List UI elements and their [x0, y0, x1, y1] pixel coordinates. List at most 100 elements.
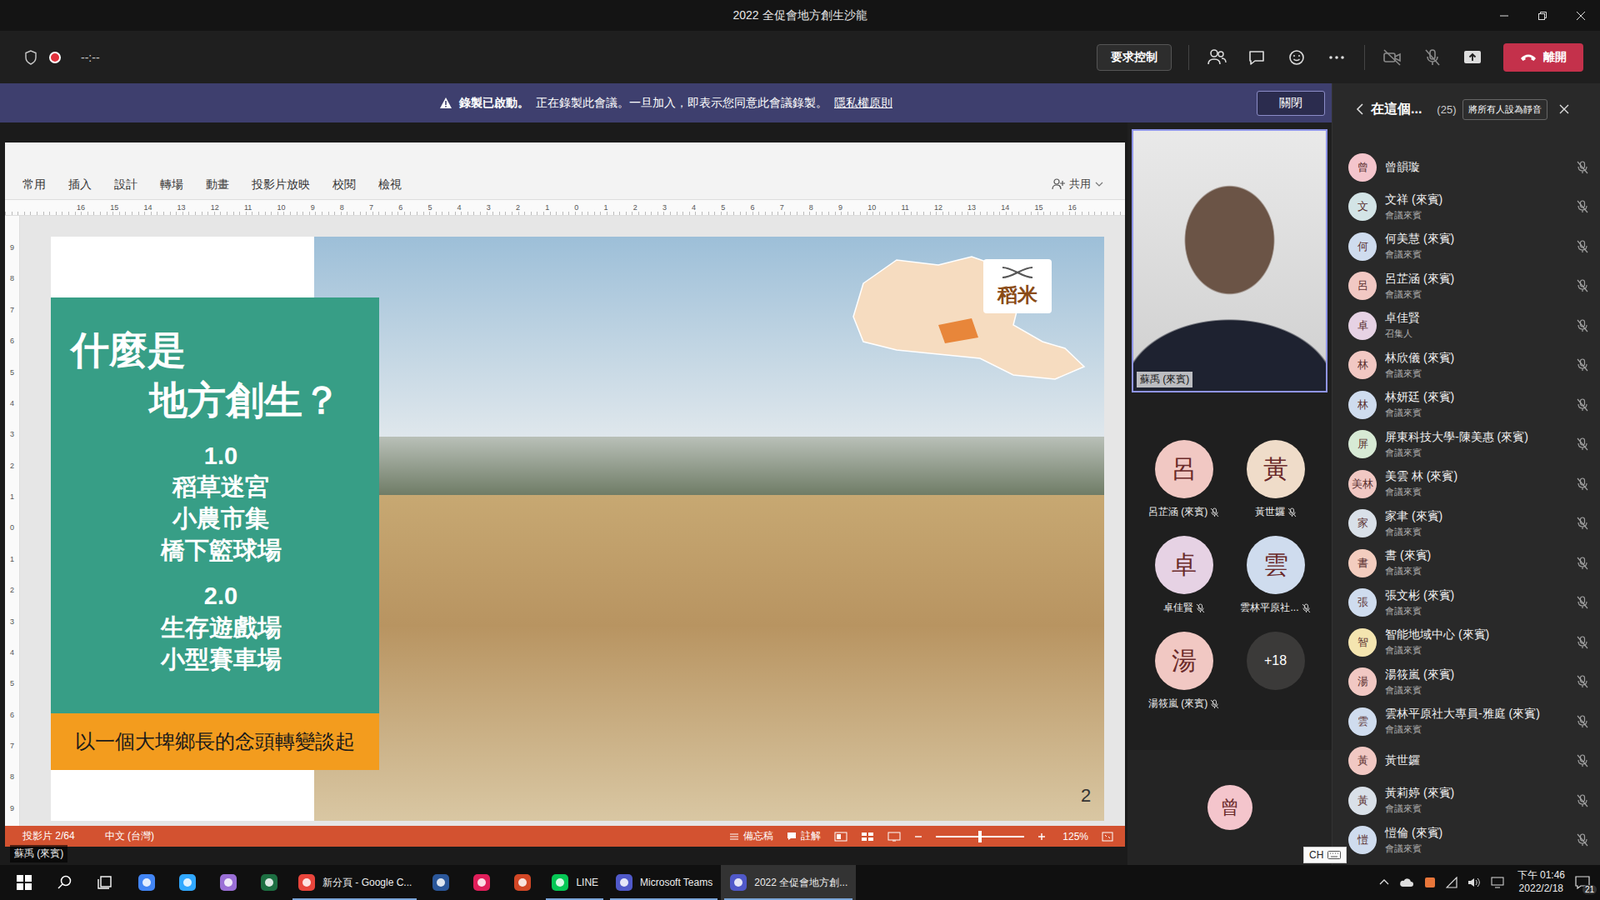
banner-close-button[interactable]: 關閉 [1256, 90, 1325, 116]
taskbar-item[interactable] [501, 865, 543, 900]
gallery-tile[interactable]: 呂呂芷涵 (來賓) [1138, 440, 1230, 520]
participant-row[interactable]: 林林欣儀 (來賓)會議來賓 [1332, 345, 1600, 386]
ribbon-tab[interactable]: 檢視 [378, 177, 402, 193]
microphone-button[interactable] [1416, 41, 1449, 74]
normal-view-icon[interactable] [834, 831, 848, 842]
zoom-thumb[interactable] [978, 830, 982, 843]
share-button[interactable] [1456, 41, 1489, 74]
participant-row[interactable]: 卓卓佳賢召集人 [1332, 305, 1600, 346]
reactions-button[interactable] [1280, 41, 1313, 74]
participant-row[interactable]: 張張文彬 (來賓)會議來賓 [1332, 583, 1600, 624]
clock[interactable]: 下午 01:462022/2/18 [1517, 869, 1565, 895]
ribbon-tab[interactable]: 校閱 [332, 177, 356, 193]
taskbar-item[interactable]: 新分頁 - Google C... [289, 865, 420, 900]
participant-row[interactable]: 黃黃世鑼 [1332, 741, 1600, 782]
privacy-link[interactable]: 隱私權原則 [834, 95, 893, 111]
mic-off-icon[interactable] [1576, 635, 1589, 650]
participants-button[interactable] [1200, 41, 1233, 74]
participant-row[interactable]: 曾曾韻璇 [1332, 147, 1600, 188]
ribbon-tab[interactable]: 設計 [114, 177, 138, 193]
chat-button[interactable] [1240, 41, 1273, 74]
mic-off-icon[interactable] [1576, 200, 1589, 214]
chevron-up-icon[interactable] [1379, 878, 1390, 887]
gallery-tile[interactable]: 卓卓佳賢 [1138, 535, 1230, 615]
sorter-view-icon[interactable] [860, 831, 875, 842]
network-icon[interactable] [1445, 876, 1458, 889]
participant-row[interactable]: 何何美慧 (來賓)會議來賓 [1332, 226, 1600, 267]
mic-off-icon[interactable] [1576, 437, 1589, 451]
mic-off-icon[interactable] [1576, 556, 1589, 570]
close-icon[interactable] [1559, 104, 1570, 115]
taskbar-item[interactable]: 2022 全促會地方創... [720, 865, 856, 900]
participant-row[interactable]: 書書 (來賓)會議來賓 [1332, 543, 1600, 584]
leave-button[interactable]: 離開 [1503, 43, 1584, 72]
fit-slide-icon[interactable] [1101, 831, 1114, 842]
taskbar-item[interactable] [420, 865, 461, 900]
back-chevron-icon[interactable] [1355, 103, 1365, 115]
mic-off-icon[interactable] [1576, 398, 1589, 412]
mute-all-button[interactable]: 將所有人設為靜音 [1462, 99, 1548, 120]
participant-row[interactable]: 愷愷倫 (來賓)會議來賓 [1332, 820, 1600, 861]
taskbar-item[interactable]: Microsoft Teams [606, 865, 721, 900]
participant-row[interactable]: 湯湯筱嵐 (來賓)會議來賓 [1332, 662, 1600, 703]
mic-off-icon[interactable] [1576, 160, 1589, 175]
gallery-tile[interactable]: 湯湯筱嵐 (來賓) [1138, 631, 1230, 711]
mic-off-icon[interactable] [1576, 833, 1589, 847]
mic-off-icon[interactable] [1576, 595, 1589, 610]
participant-row[interactable]: 美林美雲 林 (來賓)會議來賓 [1332, 464, 1600, 505]
mic-off-icon[interactable] [1576, 516, 1589, 530]
close-window-button[interactable] [1561, 0, 1600, 31]
ribbon-tab[interactable]: 轉場 [160, 177, 184, 193]
mic-off-icon[interactable] [1576, 240, 1589, 254]
camera-button[interactable] [1376, 41, 1409, 74]
gallery-tile[interactable]: 黃黃世鑼 [1230, 440, 1322, 520]
zoom-in-icon[interactable] [1037, 832, 1046, 841]
zoom-level[interactable]: 125% [1062, 830, 1089, 843]
taskbar-item[interactable] [125, 865, 167, 900]
video-tile[interactable]: 蘇禹 (來賓) [1131, 129, 1328, 393]
taskbar-item[interactable] [44, 865, 85, 900]
zoom-out-icon[interactable] [914, 832, 923, 841]
ribbon-tab[interactable]: 投影片放映 [251, 177, 310, 193]
taskbar-item[interactable] [460, 865, 502, 900]
taskbar-item[interactable]: LINE [542, 865, 607, 900]
more-button[interactable] [1320, 41, 1353, 74]
taskbar-item[interactable] [85, 865, 126, 900]
ribbon-tab[interactable]: 常用 [22, 177, 46, 193]
mic-off-icon[interactable] [1576, 675, 1589, 689]
more-participants-tile[interactable]: +18 [1230, 631, 1322, 711]
mic-off-icon[interactable] [1576, 754, 1589, 768]
participant-row[interactable]: 家家聿 (來賓)會議來賓 [1332, 504, 1600, 545]
participant-row[interactable]: 雲雲林平原社大專員-雅庭 (來賓)會議來賓 [1332, 701, 1600, 742]
restore-button[interactable] [1523, 0, 1562, 31]
volume-icon[interactable] [1467, 876, 1481, 889]
display-icon[interactable] [1490, 876, 1505, 889]
participant-row[interactable]: 林林妍廷 (來賓)會議來賓 [1332, 385, 1600, 425]
taskbar-item[interactable] [248, 865, 290, 900]
participant-row[interactable]: 屏屏東科技大學-陳美惠 (來賓)會議來賓 [1332, 425, 1600, 465]
input-method-indicator[interactable]: CH [1303, 846, 1347, 864]
gallery-tile[interactable]: 雲雲林平原社... [1230, 535, 1322, 615]
mic-off-icon[interactable] [1576, 477, 1589, 491]
mic-off-icon[interactable] [1576, 279, 1589, 293]
ribbon-tab[interactable]: 插入 [68, 177, 92, 193]
ribbon-tab[interactable]: 動畫 [205, 177, 230, 193]
zoom-slider[interactable] [935, 835, 1025, 838]
mic-off-icon[interactable] [1576, 358, 1589, 372]
taskbar-item[interactable] [207, 865, 249, 900]
mic-off-icon[interactable] [1576, 319, 1589, 333]
participant-row[interactable]: 智智能地域中心 (來賓)會議來賓 [1332, 622, 1600, 663]
mic-off-icon[interactable] [1576, 715, 1589, 729]
share-document-button[interactable]: 共用 [1046, 175, 1109, 193]
cloud-icon[interactable] [1399, 877, 1415, 888]
app-tray-icon[interactable] [1424, 876, 1436, 889]
participant-row[interactable]: 呂呂芷涵 (來賓)會議來賓 [1332, 266, 1600, 307]
notification-center[interactable]: 21 [1575, 875, 1590, 890]
notes-button[interactable]: 備忘稿 [729, 829, 774, 844]
reading-view-icon[interactable] [887, 831, 901, 842]
comments-button[interactable]: 註解 [786, 829, 821, 844]
request-control-button[interactable]: 要求控制 [1096, 44, 1172, 71]
taskbar-item[interactable] [3, 865, 45, 900]
participant-row[interactable]: 黃黃莉婷 (來賓)會議來賓 [1332, 780, 1600, 821]
minimize-button[interactable] [1485, 0, 1524, 31]
